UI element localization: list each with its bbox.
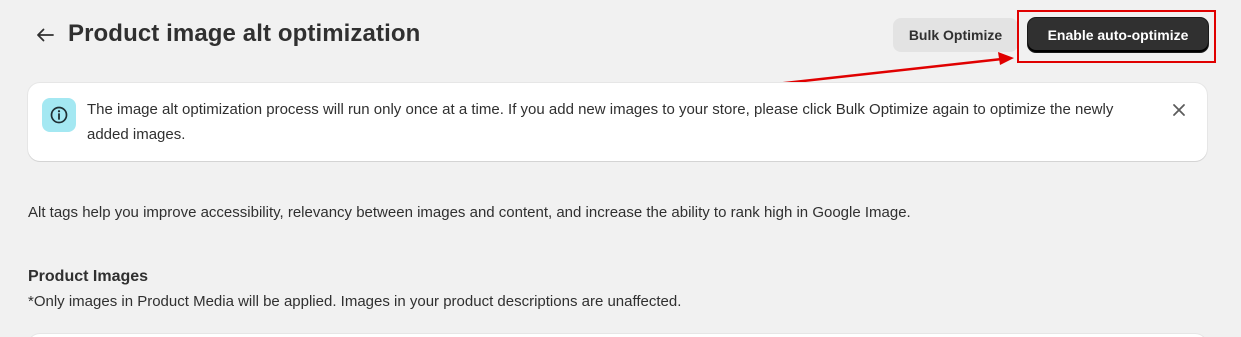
back-button[interactable]: [32, 22, 58, 48]
page: Product image alt optimization Bulk Opti…: [0, 0, 1241, 337]
close-icon[interactable]: [1169, 100, 1189, 120]
info-icon: [42, 98, 76, 132]
product-images-heading: Product Images: [28, 268, 149, 285]
banner-message: The image alt optimization process will …: [87, 101, 1114, 143]
annotation-highlight-box: [1017, 10, 1216, 63]
arrow-left-icon: [37, 28, 54, 42]
product-images-note: *Only images in Product Media will be ap…: [28, 293, 682, 310]
bulk-optimize-button[interactable]: Bulk Optimize: [893, 18, 1018, 52]
alt-tags-description: Alt tags help you improve accessibility,…: [28, 204, 911, 221]
info-banner: The image alt optimization process will …: [28, 83, 1207, 161]
page-title: Product image alt optimization: [68, 20, 421, 47]
